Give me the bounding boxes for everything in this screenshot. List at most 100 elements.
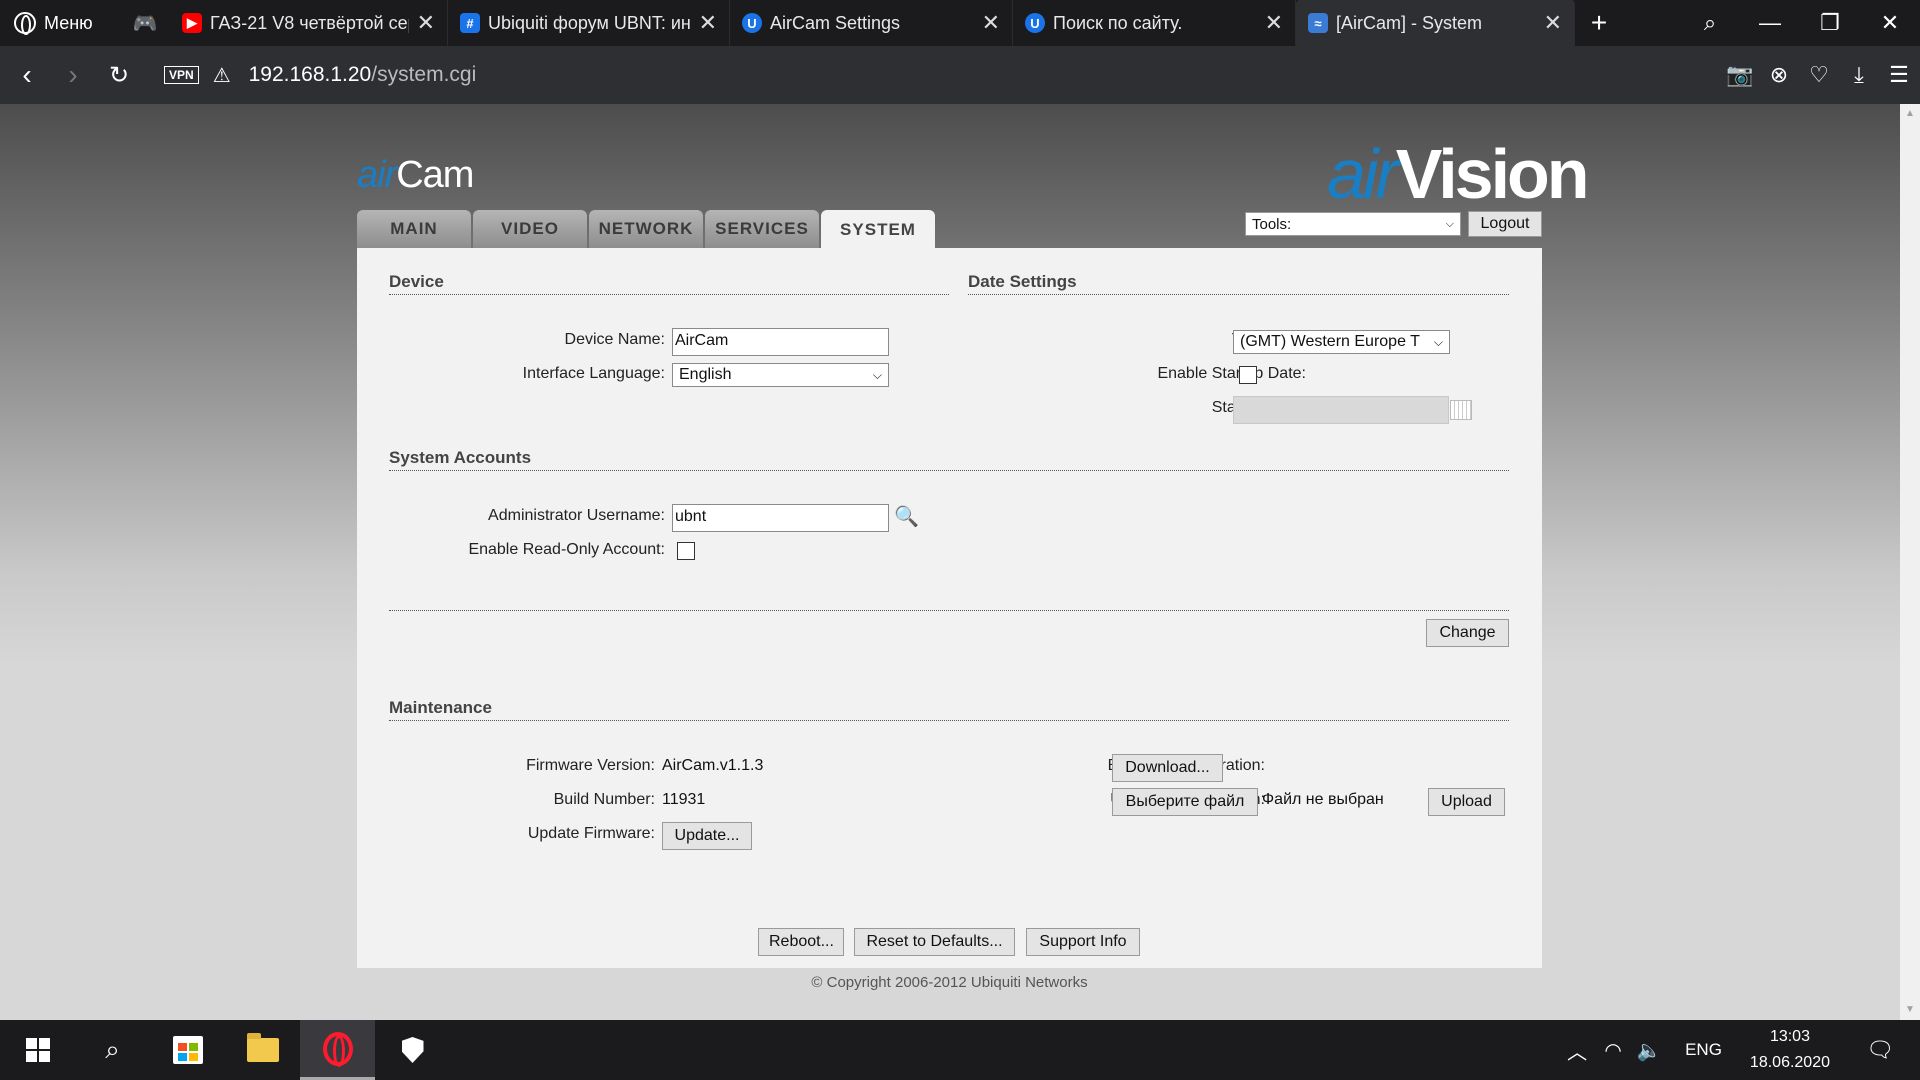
opera-menu-button[interactable]: Меню <box>0 0 120 46</box>
divider <box>389 610 1509 611</box>
chevron-down-icon: ⌵ <box>872 367 882 382</box>
youtube-icon: ▶ <box>182 13 202 33</box>
reset-defaults-button[interactable]: Reset to Defaults... <box>854 928 1015 956</box>
section-date-title: Date Settings <box>968 272 1509 295</box>
firmware-version-label: Firmware Version: <box>526 757 655 774</box>
search-tabs-icon[interactable]: ⌕ <box>1680 10 1740 36</box>
enable-startup-date-label: Enable Startup Date: <box>1157 365 1306 382</box>
easy-setup-icon[interactable]: ☰ <box>1886 62 1912 88</box>
gamepad-icon[interactable]: 🎮 <box>120 0 170 46</box>
volume-icon[interactable]: 🔈 <box>1631 1038 1667 1063</box>
close-window-icon[interactable]: ✕ <box>1860 10 1920 36</box>
forward-icon[interactable]: › <box>50 59 96 91</box>
tools-select[interactable]: Tools: ⌵ <box>1245 212 1461 236</box>
file-explorer-icon[interactable] <box>225 1020 300 1080</box>
timezone-value: (GMT) Western Europe T <box>1240 333 1420 350</box>
start-button[interactable] <box>0 1020 75 1080</box>
admin-username-label: Administrator Username: <box>488 507 665 524</box>
logout-button[interactable]: Logout <box>1468 211 1542 237</box>
taskbar: ⌕ ︿ ◠ 🔈 ENG 13:03 18.06.2020 🗨 <box>0 1020 1920 1080</box>
security-shield-icon[interactable] <box>375 1020 450 1080</box>
logo-vision: Vision <box>1395 135 1590 213</box>
tab-site-search[interactable]: U Поиск по сайту. ✕ <box>1013 0 1296 46</box>
tab-system[interactable]: SYSTEM <box>821 210 935 250</box>
scroll-down-icon[interactable]: ▼ <box>1900 1000 1920 1020</box>
airvision-logo: airVision <box>1327 134 1590 214</box>
tab-services[interactable]: SERVICES <box>705 210 819 248</box>
interface-language-select[interactable]: English ⌵ <box>672 363 889 387</box>
address-bar: ‹ › ↻ VPN ⚠ 192.168.1.20/system.cgi 📷 ⊗ … <box>0 46 1920 104</box>
back-icon[interactable]: ‹ <box>4 59 50 91</box>
clock-date: 18.06.2020 <box>1749 1054 1830 1071</box>
close-icon[interactable]: ✕ <box>417 10 435 36</box>
new-tab-button[interactable]: + <box>1575 7 1623 39</box>
scroll-up-icon[interactable]: ▲ <box>1900 104 1920 124</box>
close-icon[interactable]: ✕ <box>1544 10 1562 36</box>
heart-icon[interactable]: ♡ <box>1806 62 1832 88</box>
url-field[interactable]: 192.168.1.20/system.cgi <box>249 63 477 87</box>
vpn-badge[interactable]: VPN <box>164 66 199 84</box>
tab-video[interactable]: VIDEO <box>473 210 587 248</box>
ubiquiti-icon: U <box>1025 13 1045 33</box>
ubiquiti-icon: U <box>742 13 762 33</box>
section-accounts-title: System Accounts <box>389 448 1509 471</box>
read-only-account-checkbox[interactable] <box>677 542 695 560</box>
vertical-scrollbar[interactable]: ▲ ▼ <box>1900 104 1920 1020</box>
device-name-label: Device Name: <box>564 331 665 348</box>
tab-aircam-system[interactable]: ≈ [AirCam] - System ✕ <box>1296 0 1575 46</box>
timezone-select[interactable]: (GMT) Western Europe T ⌵ <box>1233 330 1450 354</box>
clock[interactable]: 13:03 18.06.2020 <box>1750 1024 1830 1076</box>
restore-icon[interactable]: ❐ <box>1800 10 1860 36</box>
notifications-icon[interactable]: 🗨 <box>1860 1037 1900 1063</box>
chevron-up-icon[interactable]: ︿ <box>1559 1036 1595 1065</box>
language-indicator[interactable]: ENG <box>1685 1040 1722 1060</box>
minimize-icon[interactable]: — <box>1740 10 1800 36</box>
adblock-icon[interactable]: ⊗ <box>1766 62 1792 88</box>
download-icon[interactable]: ⤓ <box>1846 62 1872 88</box>
support-info-button[interactable]: Support Info <box>1026 928 1140 956</box>
tab-network[interactable]: NETWORK <box>589 210 703 248</box>
upload-button[interactable]: Upload <box>1428 788 1505 816</box>
section-maintenance-title: Maintenance <box>389 698 1509 721</box>
opera-browser-icon[interactable] <box>300 1020 375 1080</box>
windows-icon <box>25 1038 50 1062</box>
tab-ubnt-forum[interactable]: # Ubiquiti форум UBNT: ин ✕ <box>448 0 730 46</box>
reload-icon[interactable]: ↻ <box>96 61 142 90</box>
close-icon[interactable]: ✕ <box>699 10 717 36</box>
firmware-version-value: AirCam.v1.1.3 <box>662 757 764 774</box>
close-icon[interactable]: ✕ <box>982 10 1000 36</box>
window-controls: ⌕ — ❐ ✕ <box>1680 0 1920 46</box>
device-name-input[interactable]: AirCam <box>672 328 889 356</box>
enable-startup-date-checkbox[interactable] <box>1239 366 1257 384</box>
update-firmware-button[interactable]: Update... <box>662 822 752 850</box>
update-firmware-label: Update Firmware: <box>527 825 655 842</box>
tab-main[interactable]: MAIN <box>357 210 471 248</box>
logo-air: air <box>1327 135 1399 213</box>
calendar-icon <box>1450 400 1472 420</box>
reboot-button[interactable]: Reboot... <box>758 928 844 956</box>
build-number-value: 11931 <box>662 791 706 808</box>
choose-file-button[interactable]: Выберите файл <box>1112 788 1258 816</box>
url-host: 192.168.1.20 <box>248 63 372 86</box>
store-icon[interactable] <box>150 1020 225 1080</box>
system-panel: Device Device Name: AirCam Interface Lan… <box>357 248 1542 968</box>
tab-youtube[interactable]: ▶ ГАЗ-21 V8 четвёртой сер ✕ <box>170 0 448 46</box>
download-backup-button[interactable]: Download... <box>1112 754 1223 782</box>
chevron-down-icon: ⌵ <box>1445 217 1454 230</box>
search-icon[interactable]: 🔍 <box>894 504 919 529</box>
search-icon[interactable]: ⌕ <box>75 1020 150 1080</box>
page-viewport: air Cam airVision MAIN VIDEO NETWORK SERV… <box>0 104 1900 1020</box>
change-button[interactable]: Change <box>1426 619 1509 647</box>
close-icon[interactable]: ✕ <box>1265 10 1283 36</box>
clock-time: 13:03 <box>1769 1028 1810 1045</box>
tab-aircam-settings[interactable]: U AirCam Settings ✕ <box>730 0 1013 46</box>
interface-language-label: Interface Language: <box>522 365 665 382</box>
tools-select-value: Tools: <box>1252 215 1292 233</box>
admin-username-input[interactable]: ubnt <box>672 504 889 532</box>
wifi-icon[interactable]: ◠ <box>1595 1038 1631 1063</box>
opera-logo-icon <box>14 12 36 35</box>
tab-title: [AirCam] - System <box>1336 12 1483 33</box>
warning-icon[interactable]: ⚠ <box>213 63 231 88</box>
logo-cam: Cam <box>396 154 474 196</box>
camera-icon[interactable]: 📷 <box>1726 62 1753 88</box>
